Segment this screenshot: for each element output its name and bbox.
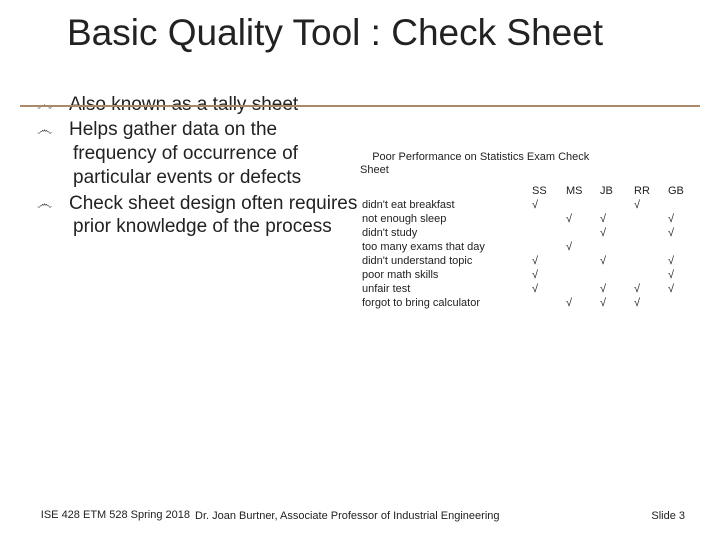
title-underline — [20, 105, 700, 107]
cell — [632, 212, 666, 226]
footer-center: Dr. Joan Burtner, Associate Professor of… — [195, 510, 500, 522]
col-header: RR — [632, 179, 666, 198]
cell — [666, 198, 700, 212]
row-label: didn't eat breakfast — [360, 198, 530, 212]
cell: √ — [530, 254, 564, 268]
slide-title: Basic Quality Tool : Check Sheet — [0, 0, 720, 55]
check-sheet-table-area: Poor Performance on Statistics Exam Chec… — [360, 93, 700, 310]
cell: √ — [530, 268, 564, 282]
bullet-list: ෴Also known as a tally sheet ෴Helps gath… — [55, 93, 360, 310]
col-header: MS — [564, 179, 598, 198]
row-label: forgot to bring calculator — [360, 296, 530, 310]
cell: √ — [632, 282, 666, 296]
bullet-item: ෴Check sheet design often requires prior… — [55, 192, 360, 240]
col-header: SS — [530, 179, 564, 198]
cell: √ — [598, 254, 632, 268]
cell: √ — [598, 212, 632, 226]
cell: √ — [666, 268, 700, 282]
cell — [564, 268, 598, 282]
cell — [632, 254, 666, 268]
cell — [530, 240, 564, 254]
cell: √ — [598, 296, 632, 310]
table-caption: Poor Performance on Statistics Exam Chec… — [360, 151, 700, 179]
cell — [564, 198, 598, 212]
cell: √ — [564, 296, 598, 310]
bullet-text: Check sheet design often requires prior … — [69, 193, 357, 238]
cell: √ — [666, 282, 700, 296]
bullet-icon: ෴ — [55, 121, 69, 141]
cell: √ — [666, 226, 700, 240]
row-label: not enough sleep — [360, 212, 530, 226]
cell — [632, 268, 666, 282]
cell: √ — [530, 198, 564, 212]
footer-left: ISE 428 ETM 528 Spring 2018 — [40, 509, 190, 522]
bullet-item: ෴Helps gather data on the frequency of o… — [55, 118, 360, 189]
cell: √ — [530, 282, 564, 296]
cell: √ — [666, 212, 700, 226]
row-label: poor math skills — [360, 268, 530, 282]
check-sheet-table: SS MS JB RR GB didn't eat breakfast √ √ … — [360, 179, 700, 310]
cell — [632, 226, 666, 240]
bullet-icon: ෴ — [55, 195, 69, 215]
table-header-row: SS MS JB RR GB — [360, 179, 700, 198]
cell: √ — [564, 212, 598, 226]
cell — [666, 240, 700, 254]
col-header: GB — [666, 179, 700, 198]
cell: √ — [632, 296, 666, 310]
footer-right: Slide 3 — [651, 510, 685, 522]
table-row: unfair test √ √ √ √ — [360, 282, 700, 296]
row-label: didn't study — [360, 226, 530, 240]
content-area: ෴Also known as a tally sheet ෴Helps gath… — [0, 55, 720, 310]
col-header: JB — [598, 179, 632, 198]
cell — [598, 198, 632, 212]
cell — [598, 268, 632, 282]
table-row: too many exams that day √ — [360, 240, 700, 254]
cell — [530, 226, 564, 240]
bullet-text: Helps gather data on the frequency of oc… — [69, 119, 301, 188]
row-label: too many exams that day — [360, 240, 530, 254]
row-label: unfair test — [360, 282, 530, 296]
caption-line1: Poor Performance on Statistics Exam Chec… — [360, 151, 589, 163]
cell — [564, 254, 598, 268]
cell — [632, 240, 666, 254]
cell: √ — [632, 198, 666, 212]
table-row: didn't eat breakfast √ √ — [360, 198, 700, 212]
cell: √ — [564, 240, 598, 254]
table-row: poor math skills √ √ — [360, 268, 700, 282]
table-row: didn't study √ √ — [360, 226, 700, 240]
row-label: didn't understand topic — [360, 254, 530, 268]
caption-line2: Sheet — [360, 164, 389, 176]
cell: √ — [598, 226, 632, 240]
cell — [564, 226, 598, 240]
cell — [598, 240, 632, 254]
cell — [564, 282, 598, 296]
cell: √ — [666, 254, 700, 268]
cell — [530, 296, 564, 310]
table-row: forgot to bring calculator √ √ √ — [360, 296, 700, 310]
cell — [530, 212, 564, 226]
table-row: not enough sleep √ √ √ — [360, 212, 700, 226]
table-row: didn't understand topic √ √ √ — [360, 254, 700, 268]
cell: √ — [598, 282, 632, 296]
cell — [666, 296, 700, 310]
